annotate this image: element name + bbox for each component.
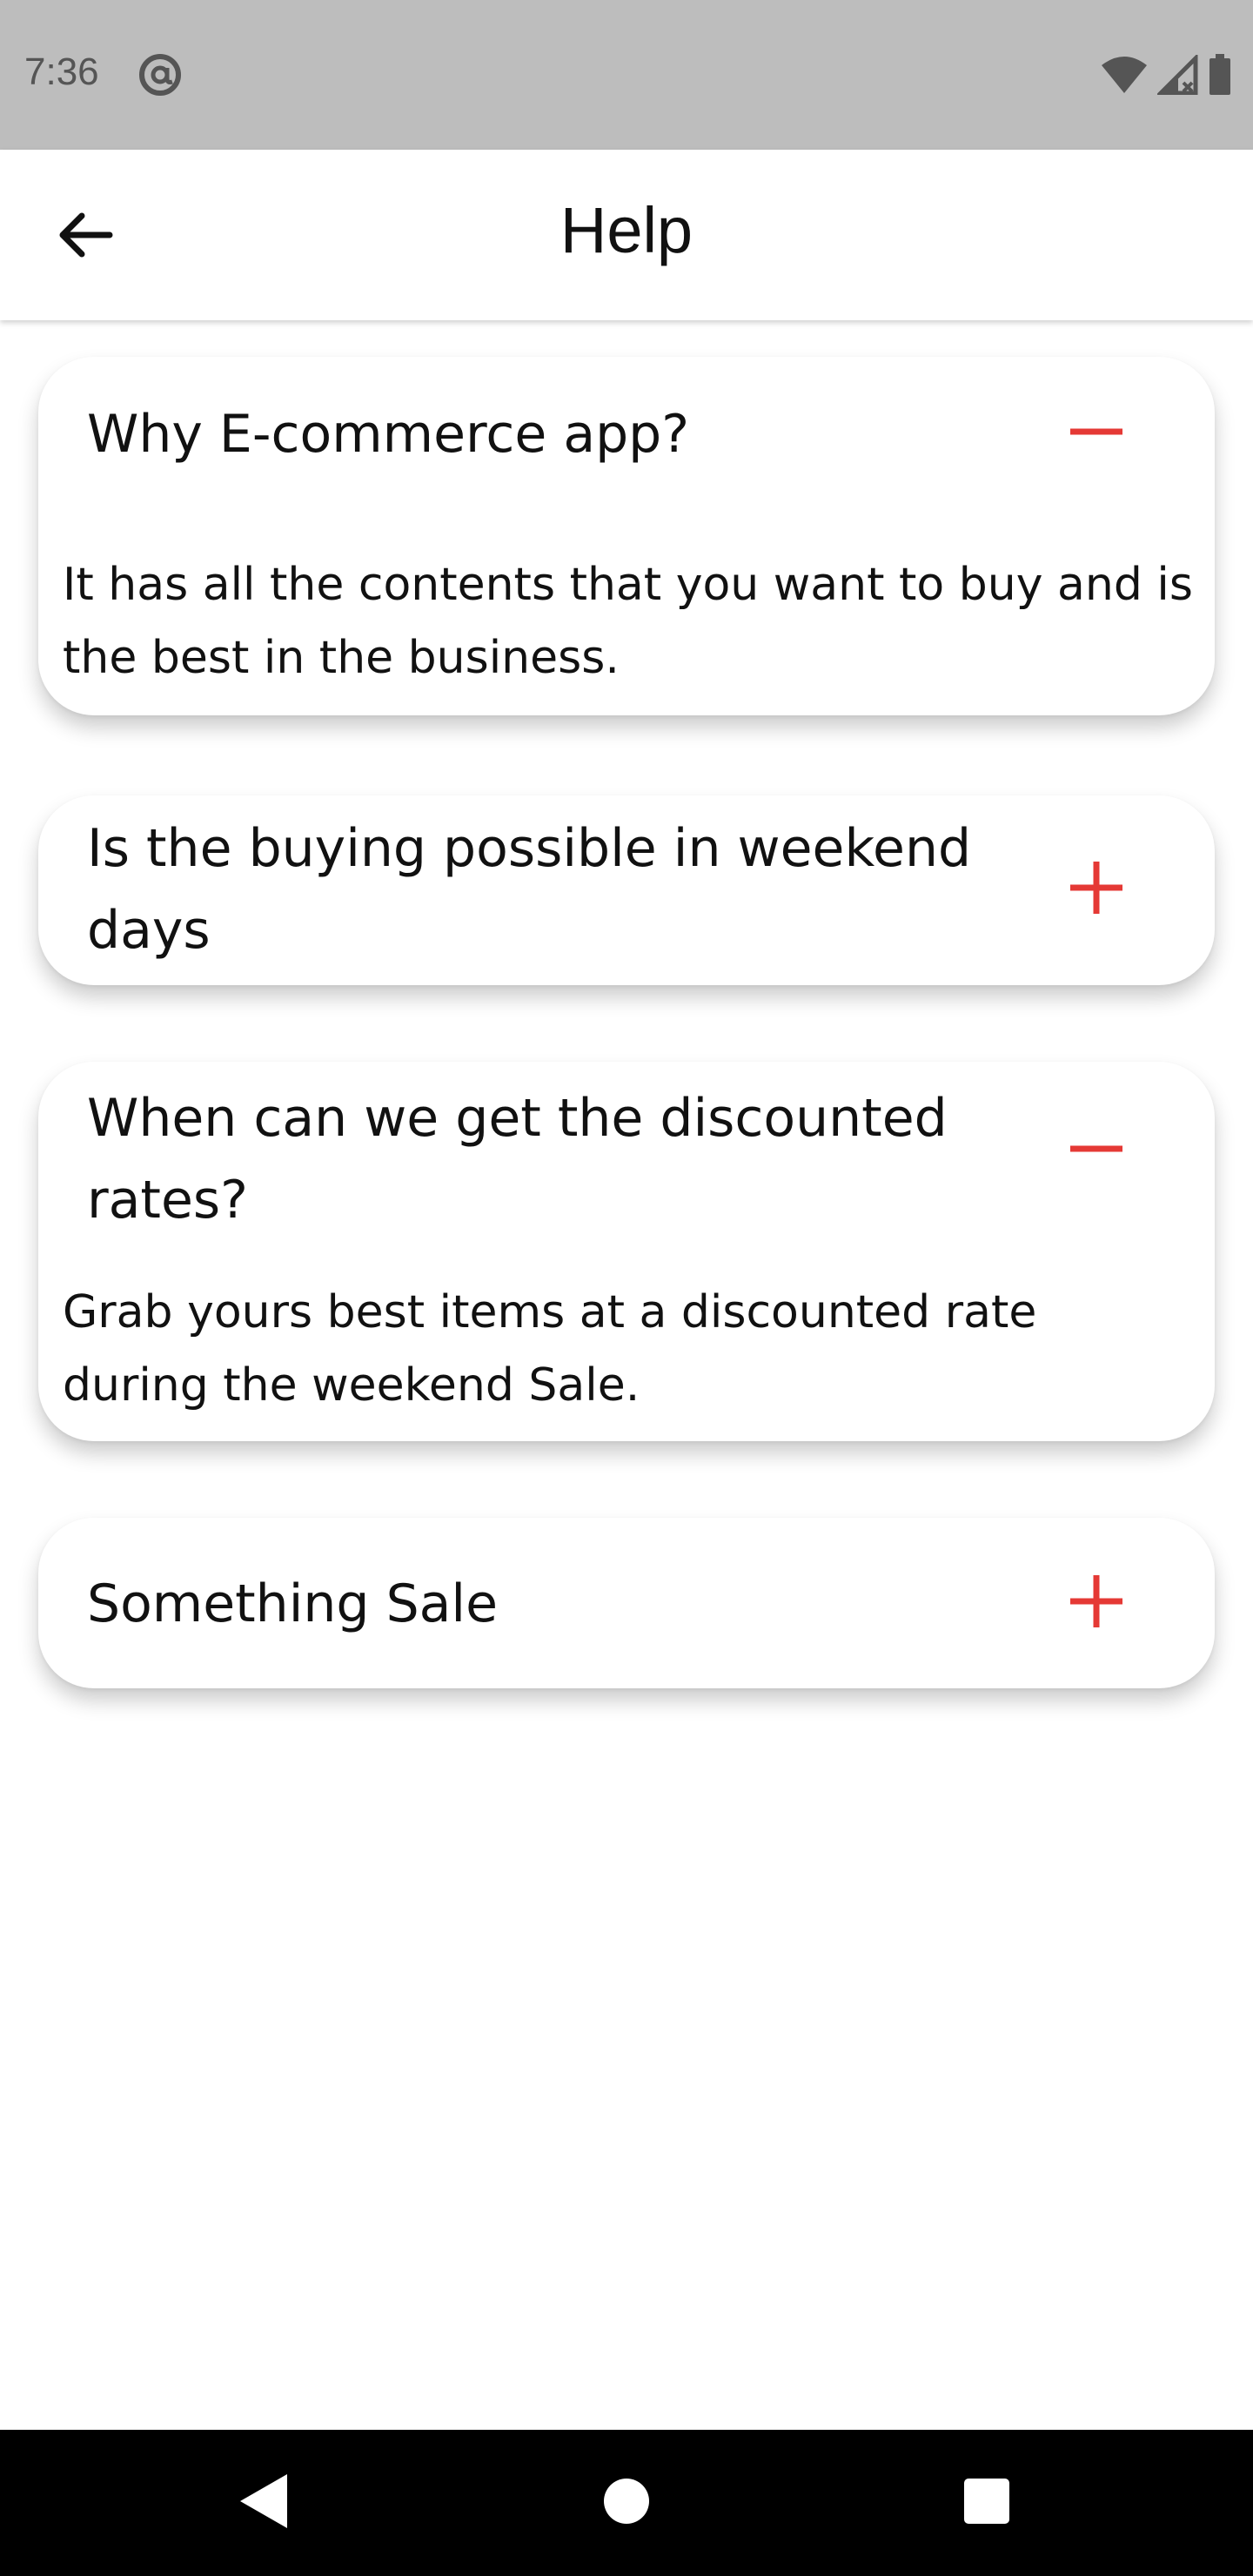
faq-card: Something Sale	[38, 1518, 1215, 1688]
status-icons	[1100, 52, 1232, 99]
collapse-button[interactable]	[1065, 1119, 1128, 1182]
wifi-icon	[1100, 55, 1149, 98]
home-circle-icon	[602, 2477, 651, 2529]
signal-icon	[1155, 52, 1199, 98]
faq-answer: It has all the contents that you want to…	[63, 559, 1193, 684]
faq-answer: Grab yours best items at a discounted ra…	[63, 1286, 1037, 1412]
faq-card: When can we get the discounted rates? Gr…	[38, 1062, 1215, 1441]
plus-icon	[1069, 1573, 1124, 1633]
faq-card: Is the buying possible in weekend days	[38, 795, 1215, 985]
nav-back-button[interactable]	[228, 2468, 298, 2538]
back-triangle-icon	[237, 2472, 289, 2533]
expand-button[interactable]	[1065, 858, 1128, 921]
recents-square-icon	[963, 2478, 1010, 2528]
status-time: 7:36	[24, 50, 99, 93]
app-bar: Help	[0, 150, 1253, 320]
faq-question[interactable]: When can we get the discounted rates?	[87, 1077, 1009, 1241]
at-sign-icon	[137, 52, 183, 97]
battery-icon	[1208, 54, 1232, 99]
faq-card: Why E-commerce app? It has all the conte…	[38, 357, 1215, 715]
faq-question[interactable]: Is the buying possible in weekend days	[87, 808, 1009, 971]
expand-button[interactable]	[1065, 1572, 1128, 1634]
nav-recents-button[interactable]	[952, 2468, 1022, 2538]
faq-question[interactable]: Something Sale	[87, 1563, 1009, 1645]
minus-icon	[1069, 404, 1124, 463]
nav-home-button[interactable]	[592, 2468, 661, 2538]
faq-question[interactable]: Why E-commerce app?	[87, 393, 1009, 475]
plus-icon	[1069, 860, 1124, 919]
minus-icon	[1069, 1121, 1124, 1180]
system-nav-bar	[0, 2430, 1253, 2576]
status-bar: 7:36	[0, 0, 1253, 150]
page-title: Help	[559, 194, 694, 266]
collapse-button[interactable]	[1065, 402, 1128, 465]
